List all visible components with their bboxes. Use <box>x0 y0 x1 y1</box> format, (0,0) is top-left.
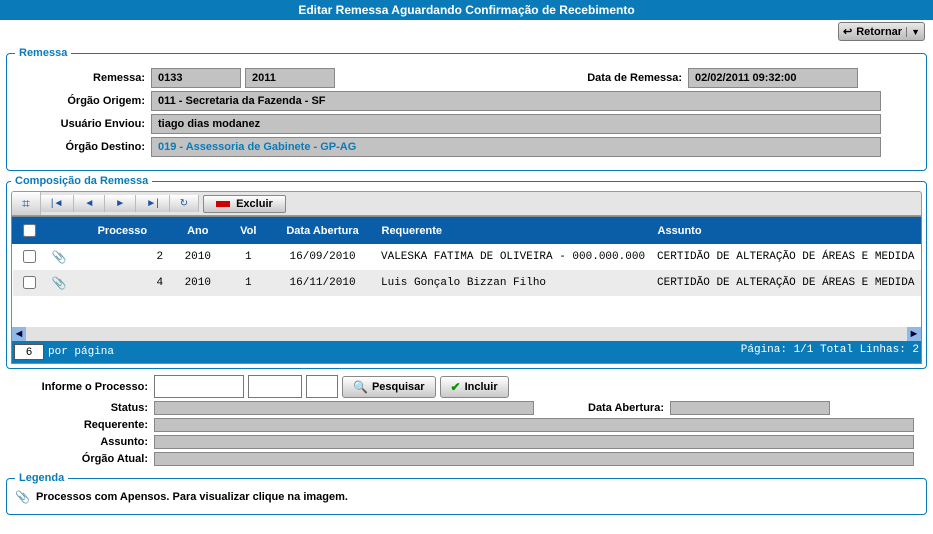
field-orgao-destino[interactable]: 019 - Assessoria de Gabinete - GP-AG <box>151 137 881 157</box>
toolbar: ↩ Retornar ▼ <box>0 20 933 43</box>
return-button[interactable]: ↩ Retornar ▼ <box>838 22 925 41</box>
scroll-right-icon[interactable]: ► <box>907 327 921 341</box>
field-data-remessa: 02/02/2011 09:32:00 <box>688 68 858 88</box>
nav-refresh-button[interactable]: ↻ <box>170 195 199 212</box>
field-orgao-atual <box>154 452 914 466</box>
scroll-left-icon[interactable]: ◄ <box>12 327 26 341</box>
cell-processo: 4 <box>76 270 170 296</box>
excluir-button[interactable]: Excluir <box>203 195 286 213</box>
legenda-legend: Legenda <box>15 472 68 484</box>
cell-abertura: 16/11/2010 <box>270 270 375 296</box>
legenda-text: Processos com Apensos. Para visualizar c… <box>36 491 348 503</box>
nav-next-button[interactable]: ► <box>105 195 136 212</box>
label-orgao-destino: Órgão Destino: <box>15 141 151 153</box>
cell-ano: 2010 <box>169 244 226 271</box>
label-usuario-enviou: Usuário Enviou: <box>15 118 151 130</box>
label-requerente: Requerente: <box>8 419 154 431</box>
field-requerente <box>154 418 914 432</box>
grid-toolbar: ⌗ |◄ ◄ ► ►| ↻ Excluir <box>11 191 922 216</box>
cell-assunto: CERTIDÃO DE ALTERAÇÃO DE ÁREAS E MEDIDA <box>651 270 920 296</box>
col-processo: Processo <box>98 225 148 237</box>
attachment-icon[interactable]: 📎 <box>52 251 67 265</box>
search-block: Informe o Processo: 🔍 Pesquisar ✔ Inclui… <box>8 375 925 466</box>
attachment-icon[interactable]: 📎 <box>52 277 67 291</box>
col-requerente: Requerente <box>382 225 443 237</box>
legenda-fieldset: Legenda 📎 Processos com Apensos. Para vi… <box>6 472 927 515</box>
field-assunto <box>154 435 914 449</box>
cell-processo: 2 <box>76 244 170 271</box>
select-all-checkbox[interactable] <box>23 224 36 237</box>
label-orgao-atual: Órgão Atual: <box>8 453 154 465</box>
title-bar: Editar Remessa Aguardando Confirmação de… <box>0 0 933 20</box>
label-remessa: Remessa: <box>15 72 151 84</box>
search-icon: 🔍 <box>353 380 368 394</box>
cell-vol: 1 <box>226 244 270 271</box>
label-data-remessa: Data de Remessa: <box>587 72 688 84</box>
cell-ano: 2010 <box>169 270 226 296</box>
grid-tool-icon[interactable]: ⌗ <box>12 192 41 215</box>
attachment-icon: 📎 <box>15 490 30 504</box>
hscroll-bar[interactable]: ◄ ► <box>12 327 921 341</box>
nav-prev-button[interactable]: ◄ <box>74 195 105 212</box>
field-usuario-enviou: tiago dias modanez <box>151 114 881 134</box>
pesquisar-button[interactable]: 🔍 Pesquisar <box>342 376 436 398</box>
nav-last-button[interactable]: ►| <box>136 195 170 212</box>
return-dropdown-icon[interactable]: ▼ <box>906 27 920 37</box>
pesquisar-label: Pesquisar <box>372 381 425 393</box>
label-data-abertura: Data Abertura: <box>534 402 670 414</box>
cell-assunto: CERTIDÃO DE ALTERAÇÃO DE ÁREAS E MEDIDA <box>651 244 920 271</box>
input-processo-ano[interactable] <box>248 375 302 398</box>
remessa-fieldset: Remessa Remessa: 0133 2011 Data de Remes… <box>6 47 927 171</box>
cell-requerente: VALESKA FATIMA DE OLIVEIRA - 000.000.000 <box>375 244 651 271</box>
nav-first-button[interactable]: |◄ <box>41 195 75 212</box>
cell-requerente: Luis Gonçalo Bizzan Filho <box>375 270 651 296</box>
check-icon: ✔ <box>451 380 461 394</box>
return-label: Retornar <box>856 26 902 38</box>
field-remessa-ano: 2011 <box>245 68 335 88</box>
col-abertura: Data Abertura <box>286 225 358 237</box>
label-assunto: Assunto: <box>8 436 154 448</box>
incluir-label: Incluir <box>465 381 498 393</box>
per-page-input[interactable] <box>14 344 44 360</box>
field-orgao-origem: 011 - Secretaria da Fazenda - SF <box>151 91 881 111</box>
field-data-abertura <box>670 401 830 415</box>
minus-icon <box>216 201 230 207</box>
cell-abertura: 16/09/2010 <box>270 244 375 271</box>
field-remessa-num: 0133 <box>151 68 241 88</box>
label-orgao-origem: Órgão Origem: <box>15 95 151 107</box>
remessa-legend: Remessa <box>15 47 71 59</box>
incluir-button[interactable]: ✔ Incluir <box>440 376 509 398</box>
table-row[interactable]: 📎 4 2010 1 16/11/2010 Luis Gonçalo Bizza… <box>13 270 921 296</box>
row-checkbox[interactable] <box>23 250 36 263</box>
col-assunto: Assunto <box>658 225 702 237</box>
col-ano: Ano <box>187 225 208 237</box>
composicao-legend: Composição da Remessa <box>11 175 152 187</box>
per-page-label: por página <box>48 346 114 358</box>
return-icon: ↩ <box>843 25 852 38</box>
label-status: Status: <box>8 402 154 414</box>
cell-vol: 1 <box>226 270 270 296</box>
input-processo-num[interactable] <box>154 375 244 398</box>
composicao-fieldset: Composição da Remessa ⌗ |◄ ◄ ► ►| ↻ Excl… <box>6 175 927 369</box>
grid-table: Processo Ano Vol Data Abertura Requerent… <box>12 217 921 296</box>
row-checkbox[interactable] <box>23 276 36 289</box>
excluir-label: Excluir <box>236 198 273 210</box>
pagination-status: Página: 1/1 Total Linhas: 2 <box>741 344 919 360</box>
field-status <box>154 401 534 415</box>
label-informe-processo: Informe o Processo: <box>8 381 154 393</box>
table-row[interactable]: 📎 2 2010 1 16/09/2010 VALESKA FATIMA DE … <box>13 244 921 271</box>
col-vol: Vol <box>240 225 256 237</box>
grid-footer: por página Página: 1/1 Total Linhas: 2 <box>12 341 921 363</box>
input-processo-vol[interactable] <box>306 375 338 398</box>
